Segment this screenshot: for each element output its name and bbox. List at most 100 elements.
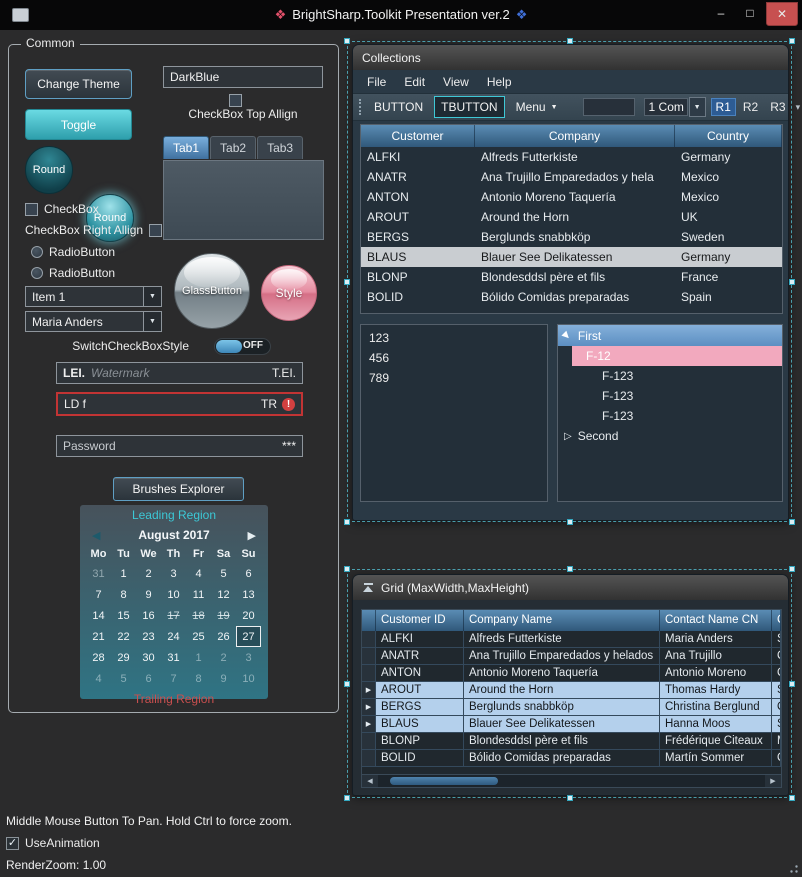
grid-row-header[interactable] xyxy=(362,648,376,664)
toggle-button[interactable]: Toggle xyxy=(25,109,132,140)
style-button[interactable]: Style xyxy=(261,265,317,321)
toolbar-combobox[interactable]: 1 Com ▼ xyxy=(644,97,706,117)
grid-row-header[interactable]: ▶ xyxy=(362,682,376,698)
calendar-day[interactable]: 15 xyxy=(111,605,136,626)
tree-node-f12-selected[interactable]: F-12 xyxy=(572,346,782,366)
switch-thumb[interactable] xyxy=(216,340,242,353)
grid-row-bolid[interactable]: BOLIDBólido Comidas preparadasMartín Som… xyxy=(362,750,781,767)
tab-tab3[interactable]: Tab3 xyxy=(257,136,303,159)
calendar-day[interactable]: 17 xyxy=(161,605,186,626)
calendar-day[interactable]: 24 xyxy=(161,626,186,647)
calendar-day[interactable]: 1 xyxy=(111,563,136,584)
resize-handle[interactable] xyxy=(789,519,795,525)
resize-handle[interactable] xyxy=(567,566,573,572)
calendar-day[interactable]: 1 xyxy=(186,647,211,668)
item-combobox[interactable]: Item 1 ▼ xyxy=(25,286,162,307)
resize-handle[interactable] xyxy=(789,279,795,285)
radio-button-1[interactable] xyxy=(31,246,43,258)
calendar-day[interactable]: 7 xyxy=(161,668,186,689)
tree-node-f-123[interactable]: F-123 xyxy=(558,366,782,386)
chevron-down-icon[interactable]: ▼ xyxy=(689,97,706,117)
horizontal-scrollbar[interactable]: ◀ ▶ xyxy=(361,774,782,788)
grid-column-header-1[interactable]: Customer ID xyxy=(376,610,464,631)
listview-column-header-country[interactable]: Country xyxy=(675,125,782,147)
calendar-day[interactable]: 7 xyxy=(86,584,111,605)
listview-row-anton[interactable]: ANTONAntonio Moreno TaqueríaMexico xyxy=(361,187,782,207)
grid-column-header-4[interactable]: Cont xyxy=(772,610,781,631)
calendar-day[interactable]: 3 xyxy=(236,647,261,668)
listview-row-bolid[interactable]: BOLIDBólido Comidas preparadasSpain xyxy=(361,287,782,307)
calendar-day[interactable]: 18 xyxy=(186,605,211,626)
calendar-day[interactable]: 12 xyxy=(211,584,236,605)
calendar-day[interactable]: 31 xyxy=(161,647,186,668)
calendar-day[interactable]: 14 xyxy=(86,605,111,626)
calendar-day[interactable]: 21 xyxy=(86,626,111,647)
expander-expanded-icon[interactable]: ▶ xyxy=(560,329,573,342)
toolbar-menu[interactable]: Menu ▼ xyxy=(510,97,564,117)
calendar-day[interactable]: 30 xyxy=(136,647,161,668)
calendar-day[interactable]: 11 xyxy=(186,584,211,605)
grid-row-bergs[interactable]: ▶BERGSBerglunds snabbköpChristina Berglu… xyxy=(362,699,781,716)
toolbar-textbox[interactable] xyxy=(583,98,635,116)
tree-node-second[interactable]: ▷ Second xyxy=(558,426,782,446)
calendar-day[interactable]: 6 xyxy=(136,668,161,689)
resize-handle[interactable] xyxy=(789,681,795,687)
theme-name-field[interactable]: DarkBlue xyxy=(163,66,323,88)
switch-checkbox[interactable]: OFF xyxy=(214,338,271,355)
grid-row-header[interactable] xyxy=(362,665,376,681)
checkbox[interactable] xyxy=(25,203,38,216)
calendar-day[interactable]: 4 xyxy=(186,563,211,584)
grid-row-blaus[interactable]: ▶BLAUSBlauer See DelikatessenHanna MoosS… xyxy=(362,716,781,733)
toolbar-radio-r2[interactable]: R2 xyxy=(738,98,763,116)
toolbar-button[interactable]: BUTTON xyxy=(368,97,429,117)
tree-node-f-123[interactable]: F-123 xyxy=(558,406,782,426)
listview-column-header-company[interactable]: Company xyxy=(475,125,675,147)
checkbox-right-align[interactable] xyxy=(149,224,162,237)
calendar-day[interactable]: 28 xyxy=(86,647,111,668)
scroll-left-icon[interactable]: ◀ xyxy=(362,775,378,787)
app-icon[interactable] xyxy=(12,8,29,22)
name-combobox[interactable]: Maria Anders ▼ xyxy=(25,311,162,332)
calendar-day[interactable]: 2 xyxy=(211,647,236,668)
menu-item-view[interactable]: View xyxy=(434,72,478,92)
resize-handle[interactable] xyxy=(789,795,795,801)
grid-row-anatr[interactable]: ANATRAna Trujillo Emparedados y heladosA… xyxy=(362,648,781,665)
listview-row-blonp[interactable]: BLONPBlondesddsl père et filsFrance xyxy=(361,267,782,287)
error-textbox[interactable]: LD f TR ! xyxy=(56,392,303,416)
scrollbar-thumb[interactable] xyxy=(390,777,498,785)
use-animation-checkbox[interactable]: ✓ xyxy=(6,837,19,850)
toolbar-radio-r3[interactable]: R3 xyxy=(765,98,790,116)
collections-titlebar[interactable]: Collections xyxy=(353,45,788,70)
listbox-item-789[interactable]: 789 xyxy=(361,368,547,388)
grid-row-header[interactable]: ▶ xyxy=(362,716,376,732)
calendar-day[interactable]: 23 xyxy=(136,626,161,647)
calendar-prev-icon[interactable]: ◀ xyxy=(92,529,100,542)
checkbox-top-align[interactable] xyxy=(229,94,242,107)
grid-row-anton[interactable]: ANTONAntonio Moreno TaqueríaAntonio More… xyxy=(362,665,781,682)
grid-row-header[interactable]: ▶ xyxy=(362,699,376,715)
calendar-day[interactable]: 26 xyxy=(211,626,236,647)
calendar-day[interactable]: 29 xyxy=(111,647,136,668)
calendar-day[interactable]: 22 xyxy=(111,626,136,647)
toolbar-overflow-icon[interactable]: ▾ xyxy=(796,102,802,113)
grid-row-alfki[interactable]: ALFKIAlfreds FutterkisteMaria AndersSale… xyxy=(362,631,781,648)
calendar-next-icon[interactable]: ▶ xyxy=(248,529,256,542)
resize-handle[interactable] xyxy=(789,566,795,572)
grid-row-header[interactable] xyxy=(362,631,376,647)
listview-row-anatr[interactable]: ANATRAna Trujillo Emparedados y helaMexi… xyxy=(361,167,782,187)
tab-tab2[interactable]: Tab2 xyxy=(210,136,256,159)
calendar-day[interactable]: 5 xyxy=(211,563,236,584)
calendar-day[interactable]: 8 xyxy=(186,668,211,689)
tab-tab1[interactable]: Tab1 xyxy=(163,136,209,159)
toolbar-toggle-button[interactable]: TBUTTON xyxy=(434,96,504,118)
round-button-1[interactable]: Round xyxy=(25,146,73,194)
tree-node-f-123[interactable]: F-123 xyxy=(558,386,782,406)
listbox-item-456[interactable]: 456 xyxy=(361,348,547,368)
resize-handle[interactable] xyxy=(344,279,350,285)
change-theme-button[interactable]: Change Theme xyxy=(25,69,132,99)
listview-row-blaus[interactable]: BLAUSBlauer See DelikatessenGermany xyxy=(361,247,782,267)
close-button[interactable]: ✕ xyxy=(766,2,798,26)
minimize-button[interactable]: – xyxy=(708,2,734,24)
calendar-day[interactable]: 31 xyxy=(86,563,111,584)
radio-button-2[interactable] xyxy=(31,267,43,279)
